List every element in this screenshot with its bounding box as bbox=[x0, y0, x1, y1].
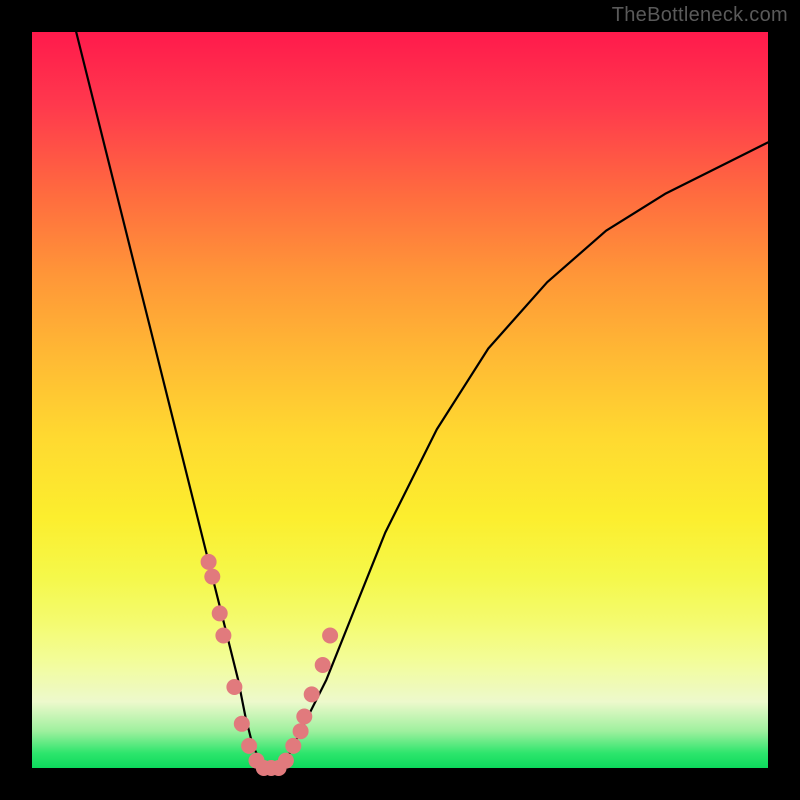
highlight-dot bbox=[212, 605, 228, 621]
highlight-dot bbox=[234, 716, 250, 732]
highlight-dot bbox=[241, 738, 257, 754]
highlight-dot bbox=[315, 657, 331, 673]
watermark-text: TheBottleneck.com bbox=[612, 4, 788, 27]
highlight-dots-group bbox=[201, 554, 339, 776]
curve-svg bbox=[32, 32, 768, 768]
highlight-dot bbox=[278, 753, 294, 769]
highlight-dot bbox=[204, 569, 220, 585]
highlight-dot bbox=[201, 554, 217, 570]
highlight-dot bbox=[304, 686, 320, 702]
highlight-dot bbox=[322, 628, 338, 644]
plot-area bbox=[32, 32, 768, 768]
chart-frame: TheBottleneck.com bbox=[0, 0, 800, 800]
highlight-dot bbox=[293, 723, 309, 739]
highlight-dot bbox=[215, 628, 231, 644]
highlight-dot bbox=[296, 709, 312, 725]
highlight-dot bbox=[226, 679, 242, 695]
highlight-dot bbox=[285, 738, 301, 754]
bottleneck-curve bbox=[76, 32, 768, 768]
